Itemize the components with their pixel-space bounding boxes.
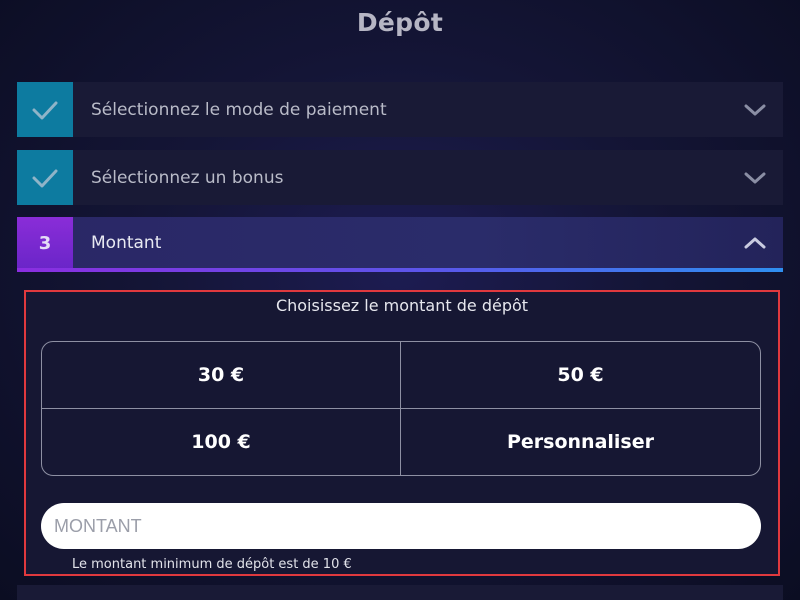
amount-option-custom[interactable]: Personnaliser [401,409,760,476]
chevron-down-icon[interactable] [727,150,783,205]
chevron-down-icon[interactable] [727,82,783,137]
amount-option-50[interactable]: 50 € [401,342,760,409]
amount-panel: Choisissez le montant de dépôt 30 € 50 €… [24,290,780,576]
check-icon [32,169,58,187]
deposit-page: Dépôt Sélectionnez le mode de paiement S… [0,0,800,600]
amount-options-grid: 30 € 50 € 100 € Personnaliser [41,341,761,476]
check-icon [32,101,58,119]
amount-option-100[interactable]: 100 € [42,408,401,475]
minimum-amount-hint: Le montant minimum de dépôt est de 10 € [72,557,352,572]
next-section-edge [17,585,783,600]
step-badge-completed [17,150,73,205]
step-payment-method[interactable]: Sélectionnez le mode de paiement [17,82,783,137]
step-number-badge: 3 [17,217,73,269]
amount-panel-title: Choisissez le montant de dépôt [275,296,529,315]
active-step-underline [17,268,783,272]
step-bonus[interactable]: Sélectionnez un bonus [17,150,783,205]
step-amount[interactable]: 3 Montant [17,217,783,269]
step-label: Sélectionnez le mode de paiement [91,99,387,120]
chevron-up-icon[interactable] [727,216,783,271]
page-title: Dépôt [356,8,444,37]
step-label: Sélectionnez un bonus [91,167,284,188]
step-label: Montant [91,233,162,253]
amount-option-30[interactable]: 30 € [42,342,401,409]
step-badge-completed [17,82,73,137]
amount-input[interactable] [41,503,761,549]
